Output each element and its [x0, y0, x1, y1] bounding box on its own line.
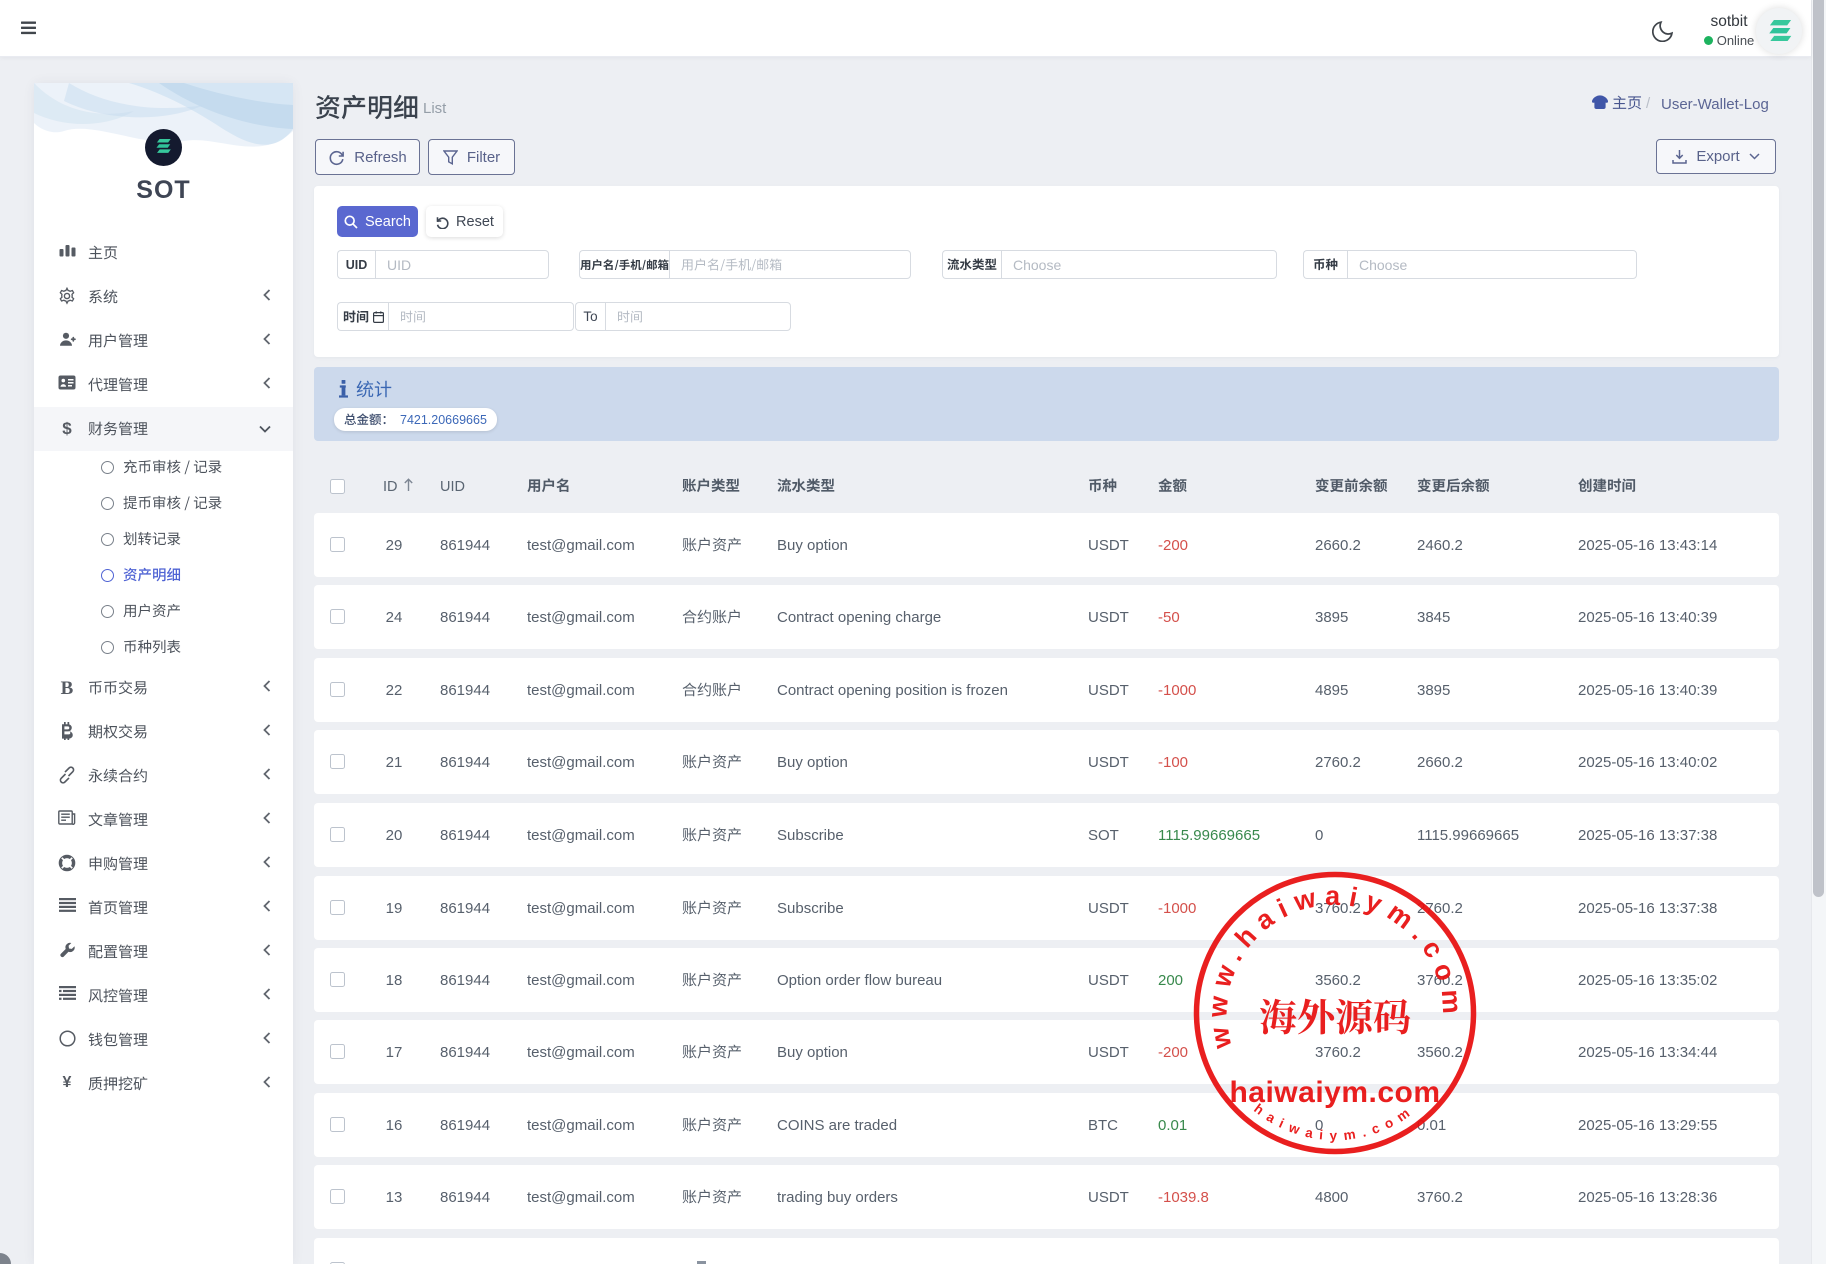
- svg-text:www.haiwaiym.com: www.haiwaiym.com: [1202, 881, 1468, 1052]
